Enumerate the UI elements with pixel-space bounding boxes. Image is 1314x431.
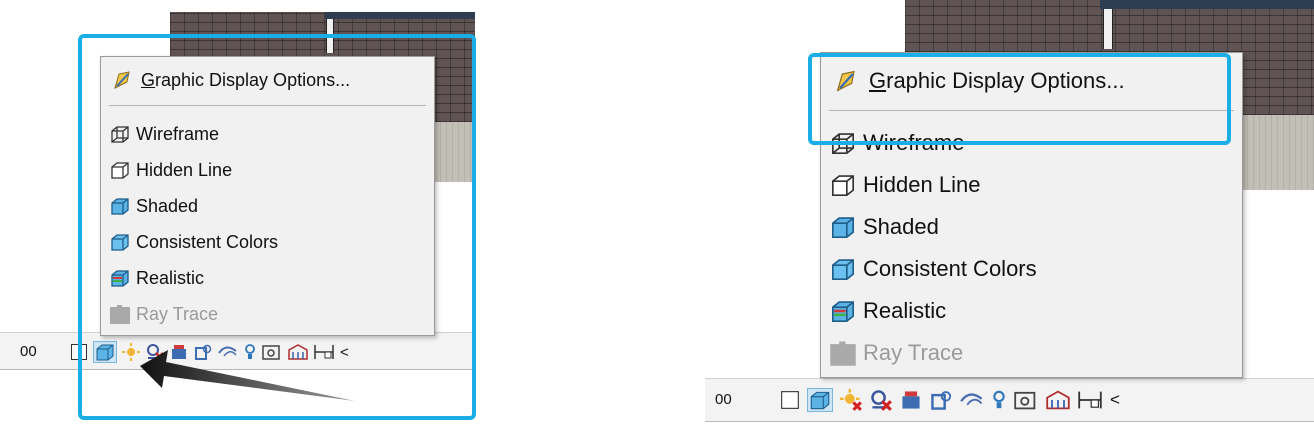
scale-text: 00	[20, 343, 37, 360]
crop-view-icon[interactable]	[930, 389, 952, 411]
right-screenshot: 00 < Graphic Display Options... Wirefram…	[705, 0, 1314, 431]
shaded-label: Shaded	[863, 214, 939, 239]
hidden-line-icon	[111, 162, 129, 179]
graphic-display-options-icon	[836, 70, 855, 92]
consistent-colors-label: Consistent Colors	[136, 231, 279, 252]
shadows-icon[interactable]	[870, 389, 892, 411]
detail-level-icon[interactable]	[70, 343, 88, 361]
menu-item-realistic[interactable]: Realistic	[101, 264, 434, 292]
detail-level-icon[interactable]	[780, 390, 800, 410]
mnemonic-letter: G	[869, 68, 887, 93]
consistent-colors-label: Consistent Colors	[863, 256, 1037, 281]
mnemonic-letter: G	[141, 69, 156, 90]
shaded-label: Shaded	[136, 195, 199, 216]
realistic-icon	[111, 270, 129, 287]
view-control-bar: 00 <	[705, 378, 1314, 422]
menu-item-realistic[interactable]: Realistic	[821, 295, 1242, 327]
model-view-beam	[325, 12, 475, 19]
menu-item-wireframe[interactable]: Wireframe	[821, 127, 1242, 159]
left-screenshot: 00 < Graphic Display Options... Wirefram…	[0, 0, 500, 431]
hidden-line-icon	[831, 175, 855, 197]
menu-item-graphic-display-options[interactable]: Graphic Display Options...	[101, 65, 434, 95]
menu-item-hidden-line[interactable]: Hidden Line	[101, 156, 434, 184]
menu-item-ray-trace[interactable]: Ray Trace	[101, 300, 434, 328]
graphic-display-options-label: Graphic Display Options...	[141, 70, 350, 91]
visual-style-icon[interactable]	[93, 341, 117, 363]
sun-path-icon[interactable]	[122, 343, 140, 361]
unlock-3d-view-icon[interactable]	[992, 389, 1006, 411]
ray-trace-label: Ray Trace	[136, 303, 219, 324]
menu-separator	[829, 110, 1234, 111]
menu-item-shaded[interactable]: Shaded	[101, 192, 434, 220]
wireframe-icon	[111, 126, 129, 143]
shaded-icon	[831, 217, 855, 239]
model-view-beam	[1100, 0, 1314, 9]
shadows-icon[interactable]	[146, 343, 164, 361]
menu-item-graphic-display-options[interactable]: Graphic Display Options...	[821, 63, 1242, 99]
realistic-icon	[831, 301, 855, 323]
overflow-chevron[interactable]: <	[340, 344, 349, 361]
unlock-3d-view-icon[interactable]	[244, 343, 256, 361]
overflow-chevron[interactable]: <	[1110, 390, 1120, 410]
consistent-colors-icon	[831, 259, 855, 281]
graphic-display-options-icon	[114, 71, 130, 89]
reveal-hidden-icon[interactable]	[1046, 389, 1070, 411]
menu-item-ray-trace[interactable]: Ray Trace	[821, 337, 1242, 369]
menu-item-wireframe[interactable]: Wireframe	[101, 120, 434, 148]
view-control-icons: <	[780, 388, 1120, 412]
hidden-line-label: Hidden Line	[863, 172, 981, 197]
analytical-model-icon[interactable]	[1078, 389, 1102, 411]
show-crop-region-icon[interactable]	[218, 343, 238, 361]
menu-item-consistent-colors[interactable]: Consistent Colors	[821, 253, 1242, 285]
visual-style-icon[interactable]	[807, 388, 833, 412]
ray-trace-icon	[110, 305, 130, 324]
realistic-label: Realistic	[863, 298, 947, 323]
visual-style-menu: Graphic Display Options... Wireframe Hid…	[820, 52, 1243, 378]
view-control-icons: <	[70, 341, 349, 363]
shaded-icon	[111, 198, 129, 215]
ray-trace-icon	[830, 341, 856, 366]
graphic-display-options-text: raphic Display Options...	[155, 69, 351, 90]
sun-path-icon[interactable]	[840, 389, 862, 411]
reveal-hidden-icon[interactable]	[288, 343, 308, 361]
wireframe-icon	[831, 133, 855, 155]
temporary-hide-icon[interactable]	[262, 343, 282, 361]
crop-view-icon[interactable]	[194, 343, 212, 361]
menu-item-shaded[interactable]: Shaded	[821, 211, 1242, 243]
show-rendering-dialog-icon[interactable]	[170, 343, 188, 361]
model-view-column	[326, 19, 334, 53]
hidden-line-label: Hidden Line	[136, 159, 233, 180]
analytical-model-icon[interactable]	[314, 343, 334, 361]
visual-style-menu: Graphic Display Options... Wireframe Hid…	[100, 56, 435, 336]
view-control-bar: 00 <	[0, 332, 476, 370]
consistent-colors-icon	[111, 234, 129, 251]
menu-item-hidden-line[interactable]: Hidden Line	[821, 169, 1242, 201]
menu-separator	[109, 105, 426, 106]
wireframe-label: Wireframe	[136, 123, 220, 144]
show-rendering-dialog-icon[interactable]	[900, 389, 922, 411]
menu-item-consistent-colors[interactable]: Consistent Colors	[101, 228, 434, 256]
temporary-hide-icon[interactable]	[1014, 389, 1038, 411]
graphic-display-options-label: Graphic Display Options...	[869, 68, 1125, 94]
wireframe-label: Wireframe	[863, 130, 965, 155]
scale-text: 00	[715, 391, 732, 408]
model-view-column	[1103, 9, 1113, 49]
realistic-label: Realistic	[136, 267, 205, 288]
ray-trace-label: Ray Trace	[863, 340, 964, 365]
graphic-display-options-text: raphic Display Options...	[886, 68, 1125, 93]
show-crop-region-icon[interactable]	[960, 389, 984, 411]
